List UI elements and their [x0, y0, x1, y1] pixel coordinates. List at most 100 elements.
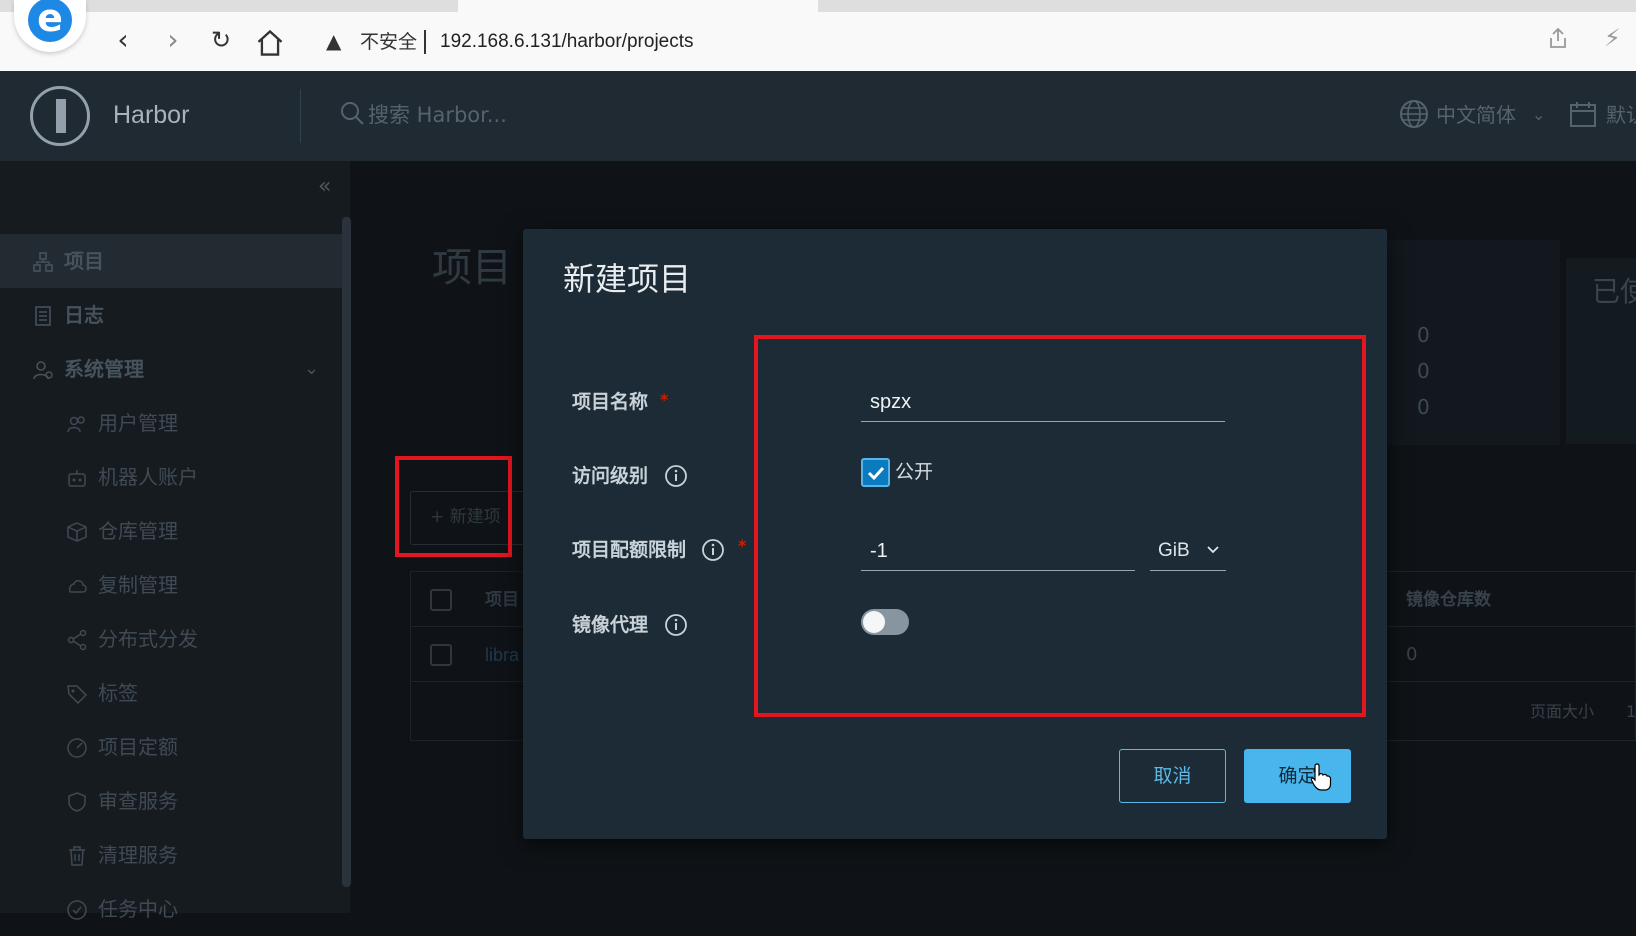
public-checkbox[interactable]: [861, 458, 890, 487]
address-bar[interactable]: ▲ 不安全 192.168.6.131/harbor/projects: [312, 22, 1492, 62]
chevron-down-icon: ⌄: [304, 358, 320, 379]
tag-icon: [67, 685, 88, 705]
table-cell-project[interactable]: libra: [485, 643, 519, 667]
app-title[interactable]: Harbor: [113, 99, 189, 131]
search-input[interactable]: 搜索 Harbor...: [368, 99, 507, 131]
stat-value: 0: [1417, 395, 1430, 419]
address-separator: [424, 30, 426, 54]
sidebar-item-projects[interactable]: 项目: [0, 234, 342, 288]
extension-icon[interactable]: ⚡: [1604, 26, 1621, 50]
back-button[interactable]: ‹: [108, 26, 138, 56]
sidebar-item-label: 机器人账户: [98, 465, 198, 489]
projects-icon: [33, 252, 53, 272]
required-marker: *: [660, 390, 669, 409]
url-text[interactable]: 192.168.6.131/harbor/projects: [440, 30, 694, 54]
sidebar-item-label: 清理服务: [98, 843, 178, 867]
summary-panel: [1360, 240, 1560, 445]
share-icon[interactable]: [1546, 26, 1570, 50]
sidebar-item-label: 仓库管理: [98, 519, 178, 543]
stat-value: 0: [1417, 359, 1430, 383]
project-name-value: spzx: [870, 391, 912, 413]
sidebar-item-label: 日志: [64, 303, 104, 327]
sidebar-item-quotas[interactable]: 项目定额: [0, 720, 342, 774]
page-title: 项目: [432, 245, 512, 291]
quota-value: -1: [870, 540, 888, 562]
info-icon[interactable]: [664, 464, 688, 488]
table-cell-repo-count: 0: [1406, 644, 1418, 665]
used-label: 已使: [1592, 275, 1636, 308]
sidebar-item-robot-accounts[interactable]: 机器人账户: [0, 450, 342, 504]
sidebar-scrollbar[interactable]: [342, 217, 351, 887]
proxy-cache-label: 镜像代理: [572, 614, 649, 636]
select-all-checkbox[interactable]: [430, 589, 452, 611]
public-label[interactable]: 公开: [895, 458, 933, 486]
home-icon[interactable]: [255, 28, 285, 58]
task-icon: [67, 900, 87, 920]
browser-toolbar: e ‹ › ↻ ▲ 不安全 192.168.6.131/harbor/proje…: [0, 0, 1636, 71]
date-format-selector[interactable]: 默认: [1606, 99, 1636, 131]
collapse-sidebar-icon[interactable]: «: [318, 173, 331, 201]
sidebar-item-users[interactable]: 用户管理: [0, 396, 342, 450]
info-icon[interactable]: [664, 613, 688, 637]
quota-unit-select[interactable]: GiB: [1150, 531, 1226, 571]
browser-e-icon: e: [28, 0, 72, 42]
language-selector[interactable]: 中文简体: [1436, 99, 1516, 131]
project-name-label: 项目名称: [572, 391, 649, 413]
stat-value: 0: [1417, 323, 1430, 347]
cancel-button[interactable]: 取消: [1119, 749, 1226, 803]
harbor-logo-icon[interactable]: [30, 86, 90, 146]
column-header-repo-count[interactable]: 镜像仓库数: [1406, 588, 1491, 612]
sidebar-item-job-service[interactable]: 任务中心: [0, 882, 342, 936]
sidebar-item-label: 标签: [98, 681, 138, 705]
sidebar-item-label: 系统管理: [64, 357, 144, 381]
sidebar-item-label: 用户管理: [98, 411, 178, 435]
hand-cursor-icon: [1310, 763, 1332, 791]
browser-active-tab[interactable]: [458, 0, 818, 12]
search-icon: [341, 102, 364, 125]
app-header: Harbor 搜索 Harbor... 中文简体 ⌄ 默认: [0, 71, 1636, 161]
security-label: 不安全: [360, 31, 418, 53]
sidebar-item-distribution[interactable]: 分布式分发: [0, 612, 342, 666]
quota-unit-value: GiB: [1158, 540, 1190, 561]
proxy-cache-toggle[interactable]: [861, 609, 909, 635]
row-checkbox[interactable]: [430, 644, 452, 666]
sidebar-item-label: 复制管理: [98, 573, 178, 597]
column-header-project[interactable]: 项目: [485, 588, 519, 612]
sidebar-item-labels[interactable]: 标签: [0, 666, 342, 720]
check-icon: [867, 466, 885, 481]
annotation-box: [395, 456, 512, 557]
sidebar-item-replication[interactable]: 复制管理: [0, 558, 342, 612]
info-icon[interactable]: [701, 538, 725, 562]
calendar-icon: [1570, 102, 1596, 127]
quota-input[interactable]: -1: [861, 531, 1135, 571]
access-level-label: 访问级别: [572, 465, 649, 487]
page-size-label: 页面大小: [1530, 702, 1595, 721]
required-marker: *: [738, 536, 747, 555]
globe-icon: [1400, 100, 1428, 128]
trash-icon: [69, 846, 85, 866]
warning-icon: ▲: [326, 29, 342, 53]
sidebar-item-clean-up[interactable]: 清理服务: [0, 828, 342, 882]
distribution-icon: [67, 629, 87, 651]
sidebar-item-label: 审查服务: [98, 789, 178, 813]
new-project-dialog: 新建项目 项目名称 * spzx 访问级别 公开 项目配额限制 * -1 GiB…: [523, 229, 1387, 839]
page-size-select[interactable]: 1: [1626, 700, 1636, 724]
sidebar: « 项目 日志 系统管理 ⌄ 用户管理 机器人账户 仓库管理 复制管理 分布式分…: [0, 161, 351, 921]
sidebar-item-label: 项目定额: [98, 735, 178, 759]
reload-button[interactable]: ↻: [206, 26, 236, 56]
dialog-title: 新建项目: [563, 260, 692, 298]
sidebar-item-logs[interactable]: 日志: [0, 288, 342, 342]
admin-icon: [33, 361, 53, 380]
ok-button[interactable]: 确定: [1244, 749, 1351, 803]
sidebar-item-label: 任务中心: [98, 897, 178, 921]
project-name-input[interactable]: spzx: [861, 382, 1225, 422]
forward-button[interactable]: ›: [158, 26, 188, 56]
sidebar-item-registries[interactable]: 仓库管理: [0, 504, 342, 558]
shield-icon: [68, 792, 86, 812]
browser-logo[interactable]: e: [14, 0, 86, 52]
sidebar-item-interrogation[interactable]: 审查服务: [0, 774, 342, 828]
sidebar-item-admin[interactable]: 系统管理 ⌄: [0, 342, 342, 396]
toggle-knob: [863, 611, 885, 633]
sidebar-item-label: 项目: [64, 249, 104, 273]
chevron-down-icon: [1207, 546, 1219, 554]
